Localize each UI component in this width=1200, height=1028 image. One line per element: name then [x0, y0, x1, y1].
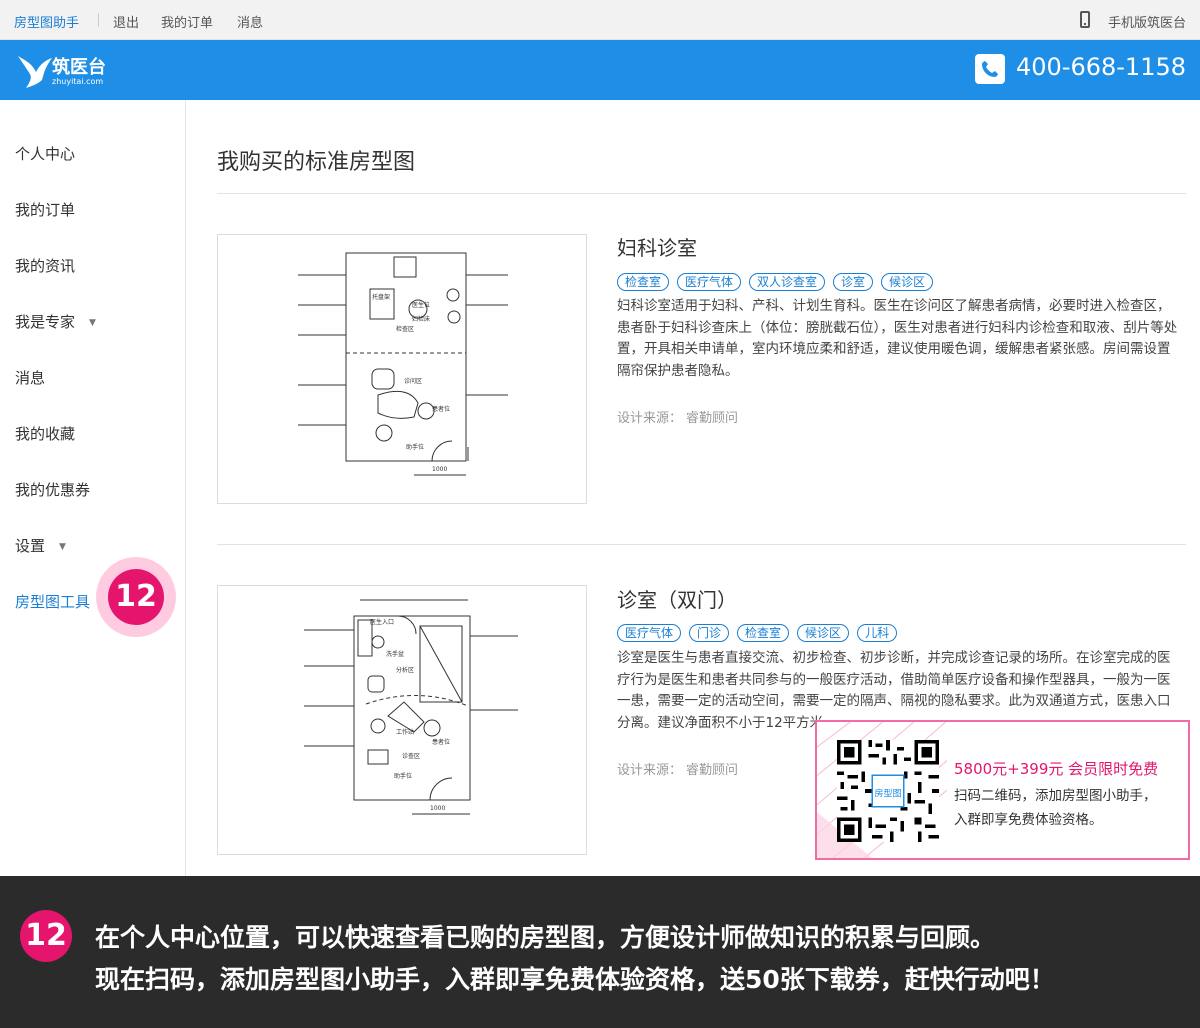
sidebar-item-my-news[interactable]: 我的资讯 — [15, 255, 75, 276]
tag[interactable]: 医疗气体 — [617, 624, 682, 642]
sidebar-item-settings[interactable]: 设置 ▼ — [15, 535, 66, 556]
promo-text-line: 入群即享免费体验资格。 — [954, 812, 1103, 828]
logo-text[interactable]: 筑医台 — [52, 53, 106, 79]
source-name: 睿勤顾问 — [686, 763, 739, 778]
divider — [217, 544, 1186, 545]
plan-label: 医生入口 — [370, 618, 394, 626]
phone-icon — [975, 54, 1005, 84]
sidebar-item-label: 我的资讯 — [15, 257, 76, 275]
plan-label: 洗手盆 — [386, 650, 404, 658]
plan-label: 检查区 — [396, 325, 414, 333]
plan-label: 分析区 — [396, 666, 414, 674]
card-title[interactable]: 诊室（双门） — [617, 584, 737, 613]
plan-label: 助手位 — [406, 443, 424, 451]
divider — [217, 193, 1186, 194]
banner-badge: 12 — [20, 910, 72, 962]
floorplan-thumbnail[interactable]: 分析区 诊查区 医生入口 洗手盆 工作站 患者位 助手位 1000 — [217, 585, 587, 855]
site-header: 筑医台 zhuyitai.com 400-668-1158 — [0, 40, 1200, 100]
banner-text-line: 在个人中心位置，可以快速查看已购的房型图，方便设计师做知识的积累与回顾。 — [95, 923, 996, 952]
sidebar-item-label: 我的订单 — [15, 201, 76, 219]
source-name: 睿勤顾问 — [686, 411, 739, 426]
promo-headline: 5800元+399元 会员限时免费 — [954, 760, 1159, 778]
plan-label: 助手位 — [394, 772, 412, 780]
floorplan-thumbnail[interactable]: 检查区 诊问区 医生位 患者位 助手位 托盘架 妇检床 1000 — [217, 234, 587, 504]
sidebar-item-messages[interactable]: 消息 — [15, 367, 45, 388]
sidebar-item-label: 我的收藏 — [15, 425, 76, 443]
caret-down-icon: ▼ — [59, 541, 66, 552]
logo-domain: zhuyitai.com — [52, 77, 104, 86]
tag-list: 检查室 医疗气体 双人诊查室 诊室 候诊区 — [617, 273, 934, 291]
tag[interactable]: 医疗气体 — [677, 273, 742, 291]
tag[interactable]: 候诊区 — [881, 273, 934, 291]
source-label: 设计来源： — [617, 411, 683, 426]
floorplan-drawing: 检查区 诊问区 医生位 患者位 助手位 托盘架 妇检床 1000 — [298, 252, 508, 476]
sidebar-item-label: 消息 — [15, 369, 46, 387]
promo-popup[interactable]: 房型图 5800元+399元 会员限时免费 扫码二维码，添加房型图小助手， 入群… — [815, 720, 1190, 860]
sidebar-item-label: 房型图工具 — [15, 593, 91, 611]
hotline-number: 400-668-1158 — [1015, 53, 1186, 81]
mobile-version-link[interactable]: 手机版筑医台 — [1108, 12, 1186, 31]
sidebar-item-label: 我的优惠券 — [15, 481, 91, 499]
sidebar-item-floorplan-tool[interactable]: 房型图工具 — [15, 591, 90, 612]
banner-text-line: 现在扫码，添加房型图小助手，入群即享免费体验资格，送50张下载券，赶快行动吧！ — [95, 965, 1055, 994]
plan-label: 妇检床 — [412, 315, 430, 323]
mobile-phone-icon — [1080, 11, 1090, 28]
sidebar-item-expert[interactable]: 我是专家 ▼ — [15, 311, 96, 332]
page-title: 我购买的标准房型图 — [217, 150, 416, 175]
card-source: 设计来源： 睿勤顾问 — [617, 759, 738, 778]
tag-list: 医疗气体 门诊 检查室 候诊区 儿科 — [617, 624, 898, 642]
plan-label: 1000 — [432, 466, 447, 473]
sidebar-item-label: 个人中心 — [15, 145, 76, 163]
tag[interactable]: 候诊区 — [797, 624, 850, 642]
tag[interactable]: 诊室 — [833, 273, 874, 291]
tag[interactable]: 门诊 — [689, 624, 730, 642]
brand-link[interactable]: 房型图助手 — [14, 12, 79, 31]
my-orders-link[interactable]: 我的订单 — [161, 12, 213, 31]
card-title[interactable]: 妇科诊室 — [617, 232, 697, 261]
sidebar-item-coupons[interactable]: 我的优惠券 — [15, 479, 90, 500]
plan-label: 诊查区 — [402, 752, 420, 760]
qr-center-label: 房型图 — [874, 787, 901, 799]
plan-label: 医生位 — [412, 301, 430, 309]
tag[interactable]: 检查室 — [737, 624, 790, 642]
messages-link[interactable]: 消息 — [237, 12, 263, 31]
caret-down-icon: ▼ — [89, 317, 96, 328]
sidebar-item-label: 我是专家 — [15, 313, 76, 331]
tag[interactable]: 双人诊查室 — [749, 273, 826, 291]
source-label: 设计来源： — [617, 763, 683, 778]
sidebar-item-my-orders[interactable]: 我的订单 — [15, 199, 75, 220]
plan-label: 工作站 — [396, 728, 414, 736]
top-utility-bar: 房型图助手 退出 我的订单 消息 手机版筑医台 — [0, 0, 1200, 40]
plan-label: 诊问区 — [404, 377, 422, 385]
sidebar-item-label: 设置 — [15, 537, 46, 555]
tag[interactable]: 检查室 — [617, 273, 670, 291]
promo-text-line: 扫码二维码，添加房型图小助手， — [954, 788, 1157, 804]
floorplan-drawing: 分析区 诊查区 医生入口 洗手盆 工作站 患者位 助手位 1000 — [304, 599, 518, 815]
tag[interactable]: 儿科 — [857, 624, 898, 642]
sidebar-item-favorites[interactable]: 我的收藏 — [15, 423, 75, 444]
card-source: 设计来源： 睿勤顾问 — [617, 407, 738, 426]
plan-label: 托盘架 — [372, 293, 390, 301]
plan-label: 1000 — [430, 805, 445, 812]
plan-label: 患者位 — [432, 405, 450, 413]
callout-badge: 12 — [108, 569, 164, 625]
sidebar-item-personal-center[interactable]: 个人中心 — [15, 143, 75, 164]
plan-label: 患者位 — [432, 738, 450, 746]
qr-code: 房型图 — [837, 740, 939, 842]
logout-link[interactable]: 退出 — [113, 12, 139, 31]
card-description: 妇科诊室适用于妇科、产科、计划生育科。医生在诊问区了解患者病情，必要时进入检查区… — [617, 298, 1178, 379]
divider — [98, 13, 99, 27]
